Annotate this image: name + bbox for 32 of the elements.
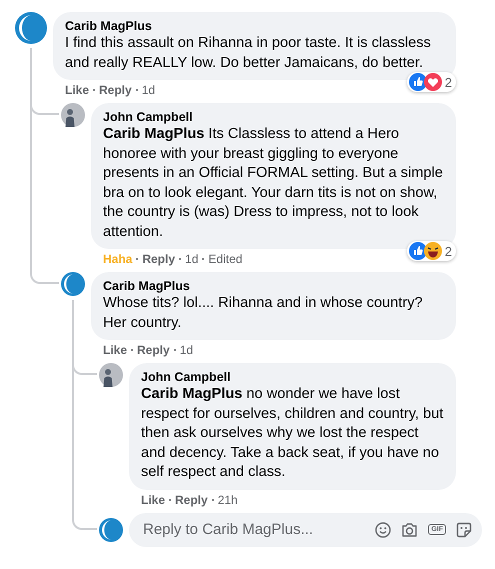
comment-text: I find this assault on Rihanna in poor taste. It is classless and really REALLY low. Do better Jamaicans, do better. [65,34,432,72]
author-name[interactable]: Carib MagPlus [103,278,444,294]
author-name[interactable]: John Campbell [103,109,444,125]
comment-text: Carib MagPlus no wonder we have lost respect for ourselves, children and country, but then ask ourselves why we lost the respect and decency. Take a back seat, if you have no self respect and class. [141,385,444,482]
reaction-count: 2 [444,244,452,258]
reaction-badge[interactable]: 2 [406,72,456,92]
reaction-link[interactable]: Like [65,83,90,97]
comment-text: Whose tits? lol.... Rihanna and in whose country? Her country. [103,294,424,332]
reply-link[interactable]: Reply [137,343,170,357]
avatar[interactable] [15,12,47,44]
emoji-icon[interactable] [375,522,392,538]
avatar[interactable] [61,103,85,127]
reaction-count: 2 [444,74,452,90]
avatar[interactable] [61,272,85,296]
author-name[interactable]: Carib MagPlus [65,18,444,34]
avatar[interactable] [99,518,123,542]
edited-label: Edited [208,252,242,266]
reply-link[interactable]: Reply [142,252,176,266]
reaction-link[interactable]: Like [141,492,166,506]
avatar[interactable] [99,363,123,387]
camera-icon[interactable] [401,522,418,538]
timestamp[interactable]: 1d [185,252,198,266]
reply-link[interactable]: Reply [175,492,208,506]
comment-text: Carib MagPlus Its Classless to attend a Hero honoree with your breast giggling to everyone presents in an Official FORMAL setting. But a simple bra on to look elegant. Your darn tits is not on show, the country is (was) Dress to impress, not to look attention. [103,125,444,242]
timestamp[interactable]: 21h [218,492,238,506]
sticker-icon[interactable] [456,522,472,538]
reaction-badge[interactable]: 2 [406,241,456,261]
timestamp[interactable]: 1d [180,343,194,357]
reaction-link[interactable]: Like [103,343,128,357]
author-name[interactable]: John Campbell [141,369,444,385]
timestamp[interactable]: 1d [142,83,156,97]
reply-link[interactable]: Reply [99,83,132,97]
